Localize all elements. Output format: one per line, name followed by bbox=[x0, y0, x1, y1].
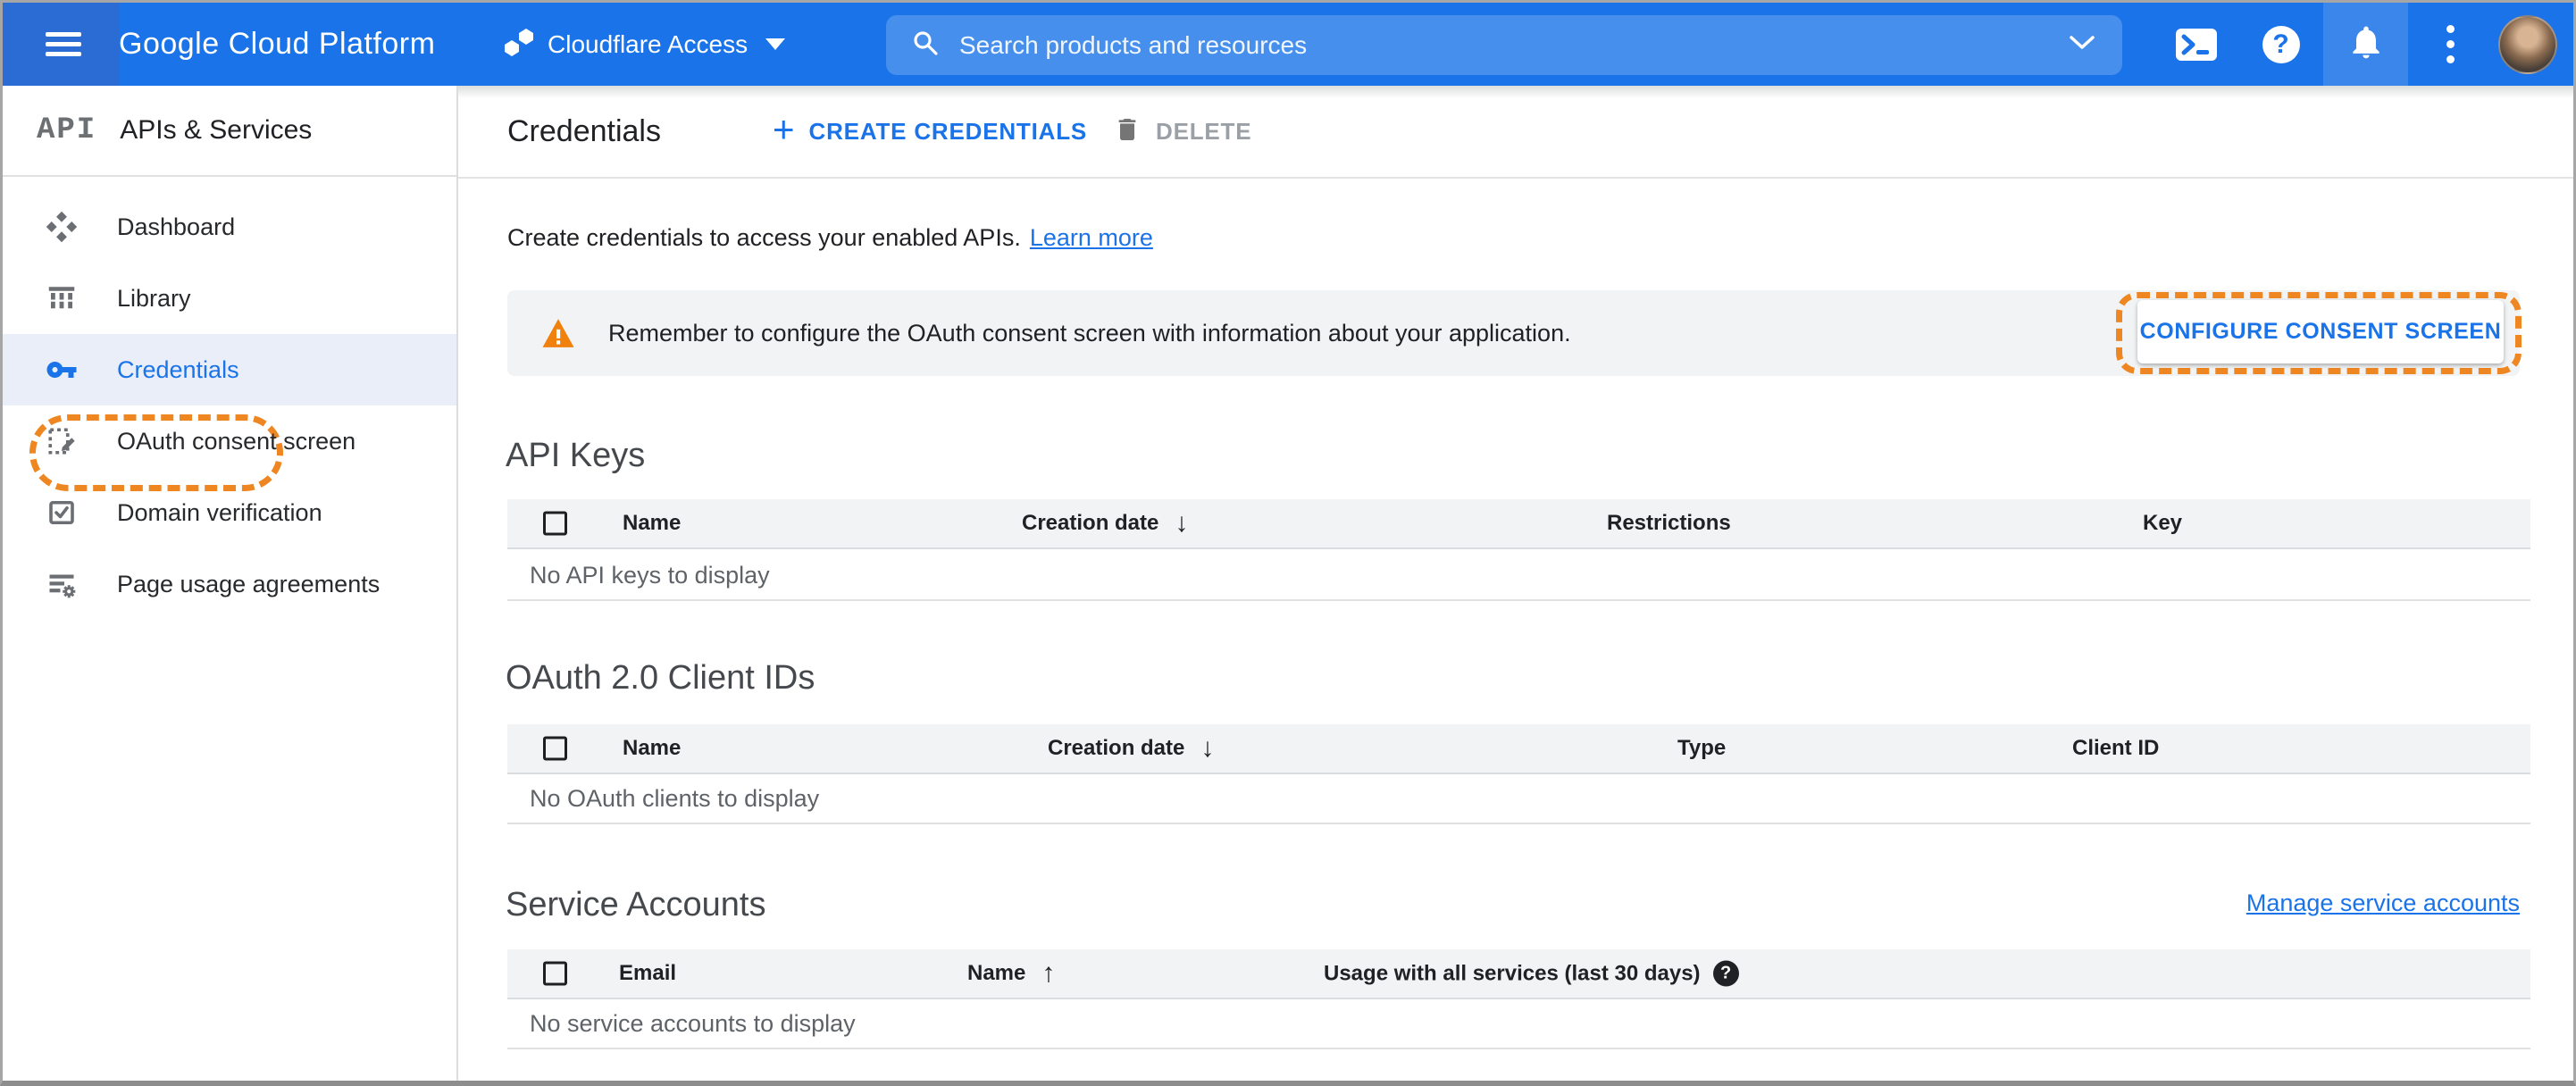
banner-message: Remember to configure the OAuth consent … bbox=[608, 319, 1571, 347]
oauth-clients-table-header: Name Creation date ↓ Type Client ID bbox=[507, 724, 2530, 774]
column-header-restrictions: Restrictions bbox=[1607, 511, 1731, 535]
trash-icon bbox=[1113, 113, 1142, 150]
sidebar: API APIs & Services Dashboard Library Cr… bbox=[3, 86, 458, 1081]
delete-button[interactable]: DELETE bbox=[1113, 86, 1251, 177]
manage-service-accounts-link[interactable]: Manage service accounts bbox=[2246, 890, 2520, 917]
top-app-bar: Google Cloud Platform Cloudflare Access bbox=[3, 3, 2573, 86]
divider bbox=[507, 1048, 2530, 1049]
sort-desc-icon: ↓ bbox=[1175, 508, 1189, 538]
api-keys-section-title: API Keys bbox=[506, 437, 646, 474]
sidebar-item-library[interactable]: Library bbox=[3, 263, 456, 334]
column-header-name: Name bbox=[623, 511, 682, 535]
column-header-email: Email bbox=[619, 961, 677, 985]
help-icon: ? bbox=[2262, 25, 2300, 63]
service-accounts-section-title: Service Accounts bbox=[506, 886, 766, 923]
gcp-console-window: Google Cloud Platform Cloudflare Access bbox=[0, 0, 2576, 1086]
oauth-clients-select-all-checkbox[interactable] bbox=[543, 736, 567, 761]
hamburger-menu-icon[interactable] bbox=[46, 32, 81, 57]
notifications-button[interactable] bbox=[2323, 3, 2408, 86]
domain-verification-icon bbox=[46, 497, 78, 529]
consent-warning-banner: Remember to configure the OAuth consent … bbox=[507, 290, 2522, 376]
column-header-name[interactable]: Name ↑ bbox=[967, 960, 1055, 987]
page-title: Credentials bbox=[507, 113, 661, 148]
chevron-down-icon bbox=[765, 38, 786, 50]
divider bbox=[507, 599, 2530, 601]
oauth-clients-section-title: OAuth 2.0 Client IDs bbox=[506, 659, 815, 697]
usage-help-icon[interactable]: ? bbox=[1712, 960, 1739, 987]
sidebar-title: APIs & Services bbox=[120, 115, 313, 145]
column-header-client-id: Client ID bbox=[2072, 736, 2160, 760]
sidebar-item-credentials[interactable]: Credentials bbox=[3, 334, 456, 405]
plus-icon: + bbox=[773, 108, 795, 150]
sort-asc-icon: ↑ bbox=[1041, 958, 1056, 988]
toolbar-divider bbox=[458, 177, 2573, 179]
column-header-key: Key bbox=[2143, 511, 2183, 535]
learn-more-link[interactable]: Learn more bbox=[1030, 224, 1153, 252]
service-accounts-table-header: Email Name ↑ Usage with all services (la… bbox=[507, 949, 2530, 999]
dashboard-icon bbox=[46, 211, 78, 243]
create-credentials-button[interactable]: + CREATE CREDENTIALS bbox=[773, 86, 1087, 177]
sidebar-item-domain-verification[interactable]: Domain verification bbox=[3, 477, 456, 548]
warning-icon bbox=[539, 315, 577, 355]
consent-screen-icon bbox=[46, 425, 78, 457]
api-keys-table-header: Name Creation date ↓ Restrictions Key bbox=[507, 499, 2530, 549]
key-icon bbox=[46, 354, 78, 386]
sidebar-item-dashboard[interactable]: Dashboard bbox=[3, 191, 456, 263]
avatar[interactable] bbox=[2498, 14, 2557, 74]
service-accounts-empty-state: No service accounts to display bbox=[530, 1010, 856, 1037]
service-accounts-select-all-checkbox[interactable] bbox=[543, 961, 567, 986]
api-keys-select-all-checkbox[interactable] bbox=[543, 511, 567, 536]
intro-text: Create credentials to access your enable… bbox=[507, 223, 1153, 252]
library-icon bbox=[46, 282, 78, 314]
api-keys-empty-state: No API keys to display bbox=[530, 562, 770, 589]
search-bar[interactable] bbox=[886, 15, 2122, 75]
column-header-creation-date[interactable]: Creation date ↓ bbox=[1022, 510, 1188, 537]
page-usage-agreements-icon bbox=[46, 568, 78, 600]
divider bbox=[507, 823, 2530, 824]
column-header-type: Type bbox=[1677, 736, 1727, 760]
search-expand-chevron-icon[interactable] bbox=[2069, 35, 2095, 55]
product-logo[interactable]: Google Cloud Platform bbox=[119, 3, 435, 86]
oauth-clients-empty-state: No OAuth clients to display bbox=[530, 785, 820, 812]
sidebar-item-page-usage-agreements[interactable]: Page usage agreements bbox=[3, 548, 456, 620]
sidebar-item-oauth-consent-screen[interactable]: OAuth consent screen bbox=[3, 405, 456, 477]
project-name: Cloudflare Access bbox=[548, 29, 749, 58]
column-header-usage: Usage with all services (last 30 days) ? bbox=[1324, 960, 1739, 987]
sort-desc-icon: ↓ bbox=[1200, 733, 1215, 763]
bell-icon bbox=[2346, 22, 2386, 66]
search-input[interactable] bbox=[959, 30, 2069, 60]
help-button[interactable]: ? bbox=[2238, 3, 2323, 86]
search-icon bbox=[911, 29, 940, 62]
more-options-button[interactable] bbox=[2408, 3, 2493, 86]
project-switcher[interactable]: Cloudflare Access bbox=[503, 3, 786, 86]
kebab-menu-icon bbox=[2446, 25, 2455, 63]
api-logo: API bbox=[37, 113, 97, 147]
cloud-shell-button[interactable] bbox=[2154, 3, 2238, 86]
column-header-creation-date[interactable]: Creation date ↓ bbox=[1048, 735, 1214, 762]
project-hexagons-icon bbox=[503, 26, 535, 63]
sidebar-header: API APIs & Services bbox=[3, 86, 456, 177]
topbar-actions: ? bbox=[2154, 3, 2573, 86]
cloud-shell-icon bbox=[2175, 28, 2217, 61]
configure-consent-screen-button[interactable]: CONFIGURE CONSENT SCREEN bbox=[2137, 300, 2504, 363]
column-header-name: Name bbox=[623, 736, 682, 760]
